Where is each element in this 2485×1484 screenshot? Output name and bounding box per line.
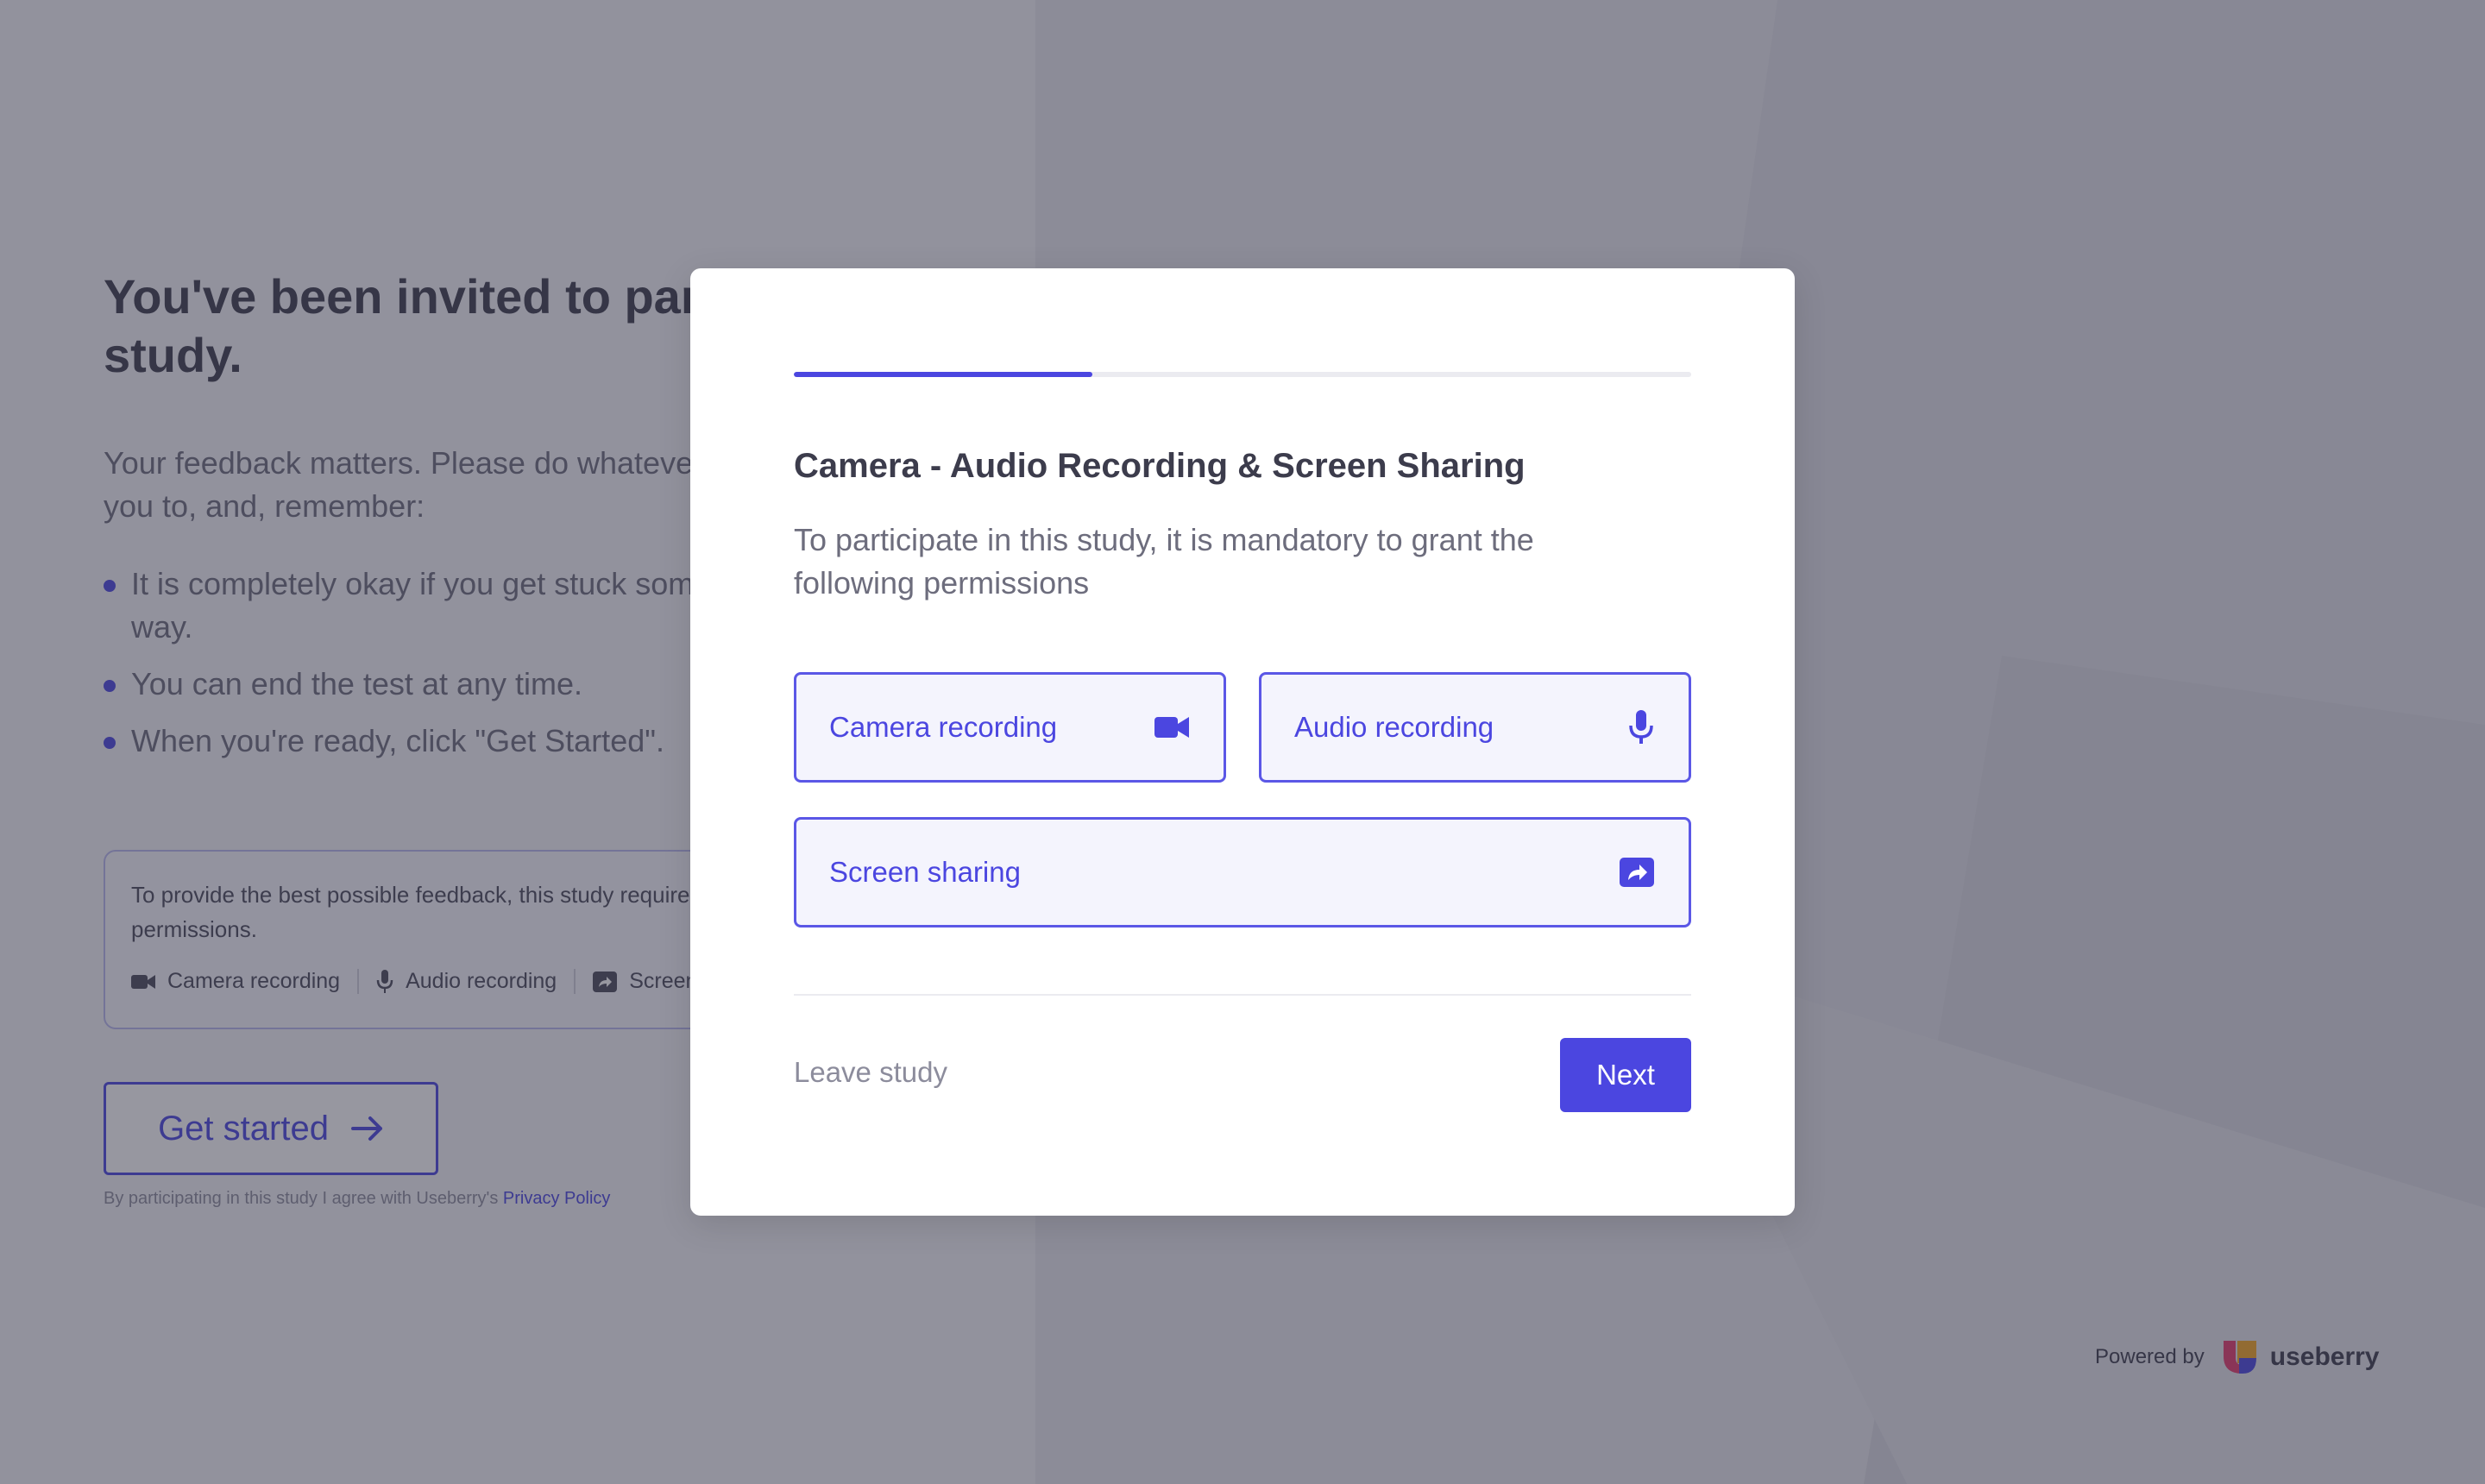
screen-sharing-option[interactable]: Screen sharing [794, 817, 1691, 928]
option-label: Camera recording [829, 711, 1058, 743]
modal-divider [794, 994, 1691, 996]
modal-description: To participate in this study, it is mand… [794, 522, 1534, 601]
modal-title: Camera - Audio Recording & Screen Sharin… [794, 447, 1526, 485]
leave-study-link[interactable]: Leave study [794, 1056, 947, 1089]
permissions-modal: Camera - Audio Recording & Screen Sharin… [690, 268, 1795, 1216]
progress-bar [794, 372, 1691, 377]
progress-fill [794, 372, 1093, 377]
app-root: You've been invited to participate in a … [0, 0, 2485, 1484]
video-camera-icon [1154, 717, 1189, 738]
camera-recording-option[interactable]: Camera recording [794, 672, 1226, 783]
option-label: Screen sharing [829, 856, 1021, 888]
option-label: Audio recording [1294, 711, 1494, 743]
share-screen-icon [1620, 858, 1654, 887]
audio-recording-option[interactable]: Audio recording [1259, 672, 1691, 783]
microphone-icon [1629, 710, 1653, 744]
next-button[interactable]: Next [1560, 1038, 1691, 1112]
